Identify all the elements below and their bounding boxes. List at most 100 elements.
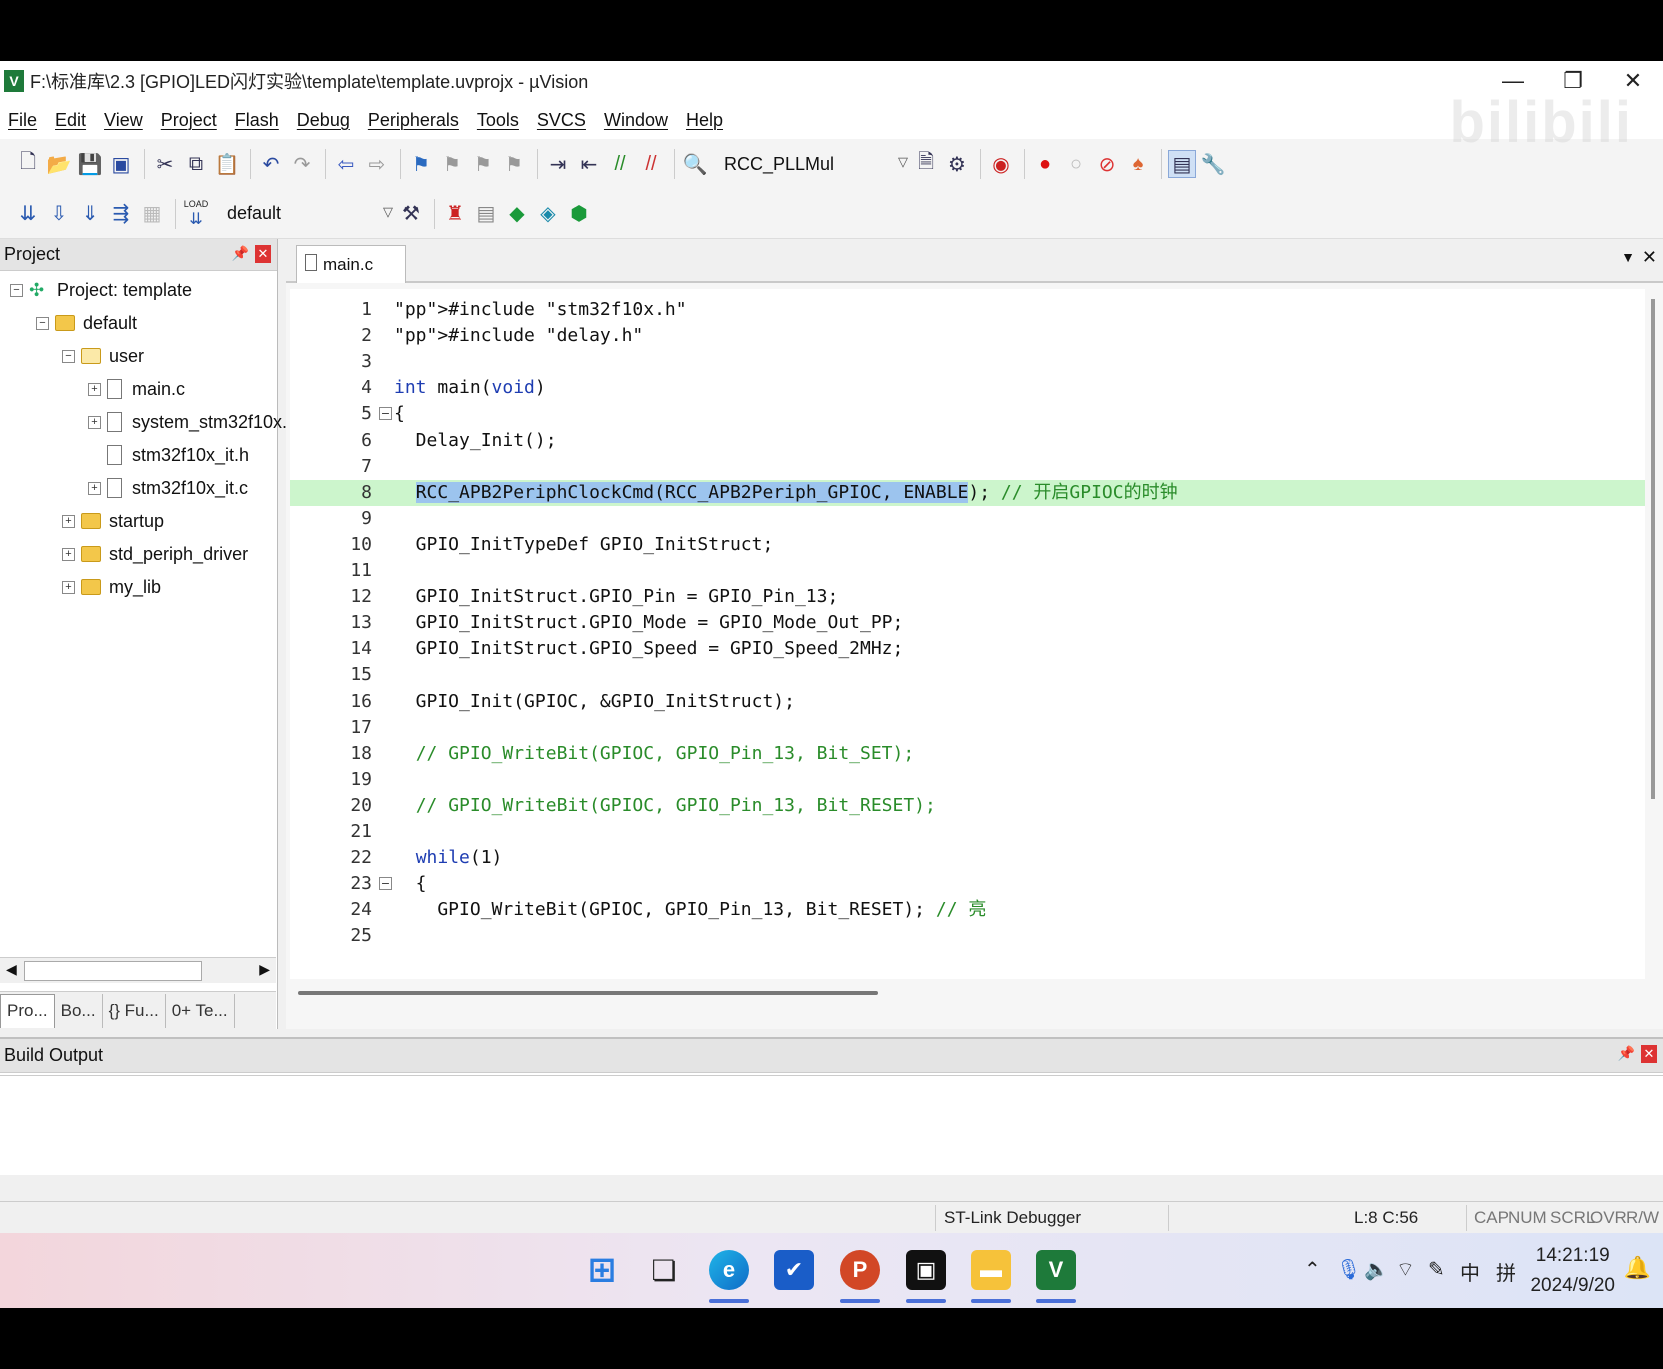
tab-books[interactable]: Bo... [55, 993, 103, 1028]
tree-item-target-default[interactable]: − default [36, 308, 137, 338]
project-horizontal-scrollbar[interactable]: ◀ ▶ [0, 957, 276, 983]
notification-bell-icon[interactable]: 🔔 [1624, 1255, 1651, 1281]
tree-item-file-main-c[interactable]: + main.c [88, 374, 185, 404]
build-output-scrollbar[interactable] [0, 1175, 1663, 1199]
file-explorer-icon[interactable]: ▬ [971, 1250, 1011, 1290]
code-line[interactable]: 20 // GPIO_WriteBit(GPIOC, GPIO_Pin_13, … [290, 793, 1645, 819]
menu-tools[interactable]: Tools [477, 110, 519, 131]
todo-app-icon[interactable]: ✔ [774, 1250, 814, 1290]
menu-peripherals[interactable]: Peripherals [368, 110, 459, 131]
scroll-right-icon[interactable]: ▶ [259, 961, 270, 978]
close-icon[interactable]: ✕ [255, 245, 271, 263]
open-file-icon[interactable]: 📂 [45, 150, 73, 178]
expand-icon[interactable]: + [88, 415, 101, 429]
editor-tab-main-c[interactable]: main.c [296, 245, 406, 283]
code-line[interactable]: 23− { [290, 871, 1645, 897]
tree-item-group-startup[interactable]: + startup [62, 506, 164, 536]
code-line[interactable]: 13 GPIO_InitStruct.GPIO_Mode = GPIO_Mode… [290, 610, 1645, 636]
tree-item-project[interactable]: − ✣ Project: template [10, 275, 192, 305]
menu-debug[interactable]: Debug [297, 110, 350, 131]
code-line[interactable]: 12 GPIO_InitStruct.GPIO_Pin = GPIO_Pin_1… [290, 584, 1645, 610]
code-line[interactable]: 1 "pp">#include "stm32f10x.h" [290, 297, 1645, 323]
download-load-icon[interactable]: LOAD ⇊ [182, 199, 210, 228]
menu-file[interactable]: File [8, 110, 37, 131]
menu-flash[interactable]: Flash [235, 110, 279, 131]
collapse-icon[interactable]: − [10, 283, 23, 297]
tab-list-dropdown-icon[interactable]: ▼ [1621, 249, 1635, 265]
configure-icon[interactable]: 🔧 [1199, 150, 1227, 178]
expand-icon[interactable]: + [62, 580, 75, 594]
camera-app-icon[interactable]: ▣ [906, 1250, 946, 1290]
window-layout-icon[interactable]: ▤ [1168, 150, 1196, 178]
expand-icon[interactable]: + [88, 481, 101, 495]
redo-icon[interactable]: ↷ [288, 150, 316, 178]
collapse-icon[interactable]: − [62, 349, 75, 363]
editor-horizontal-scrollbar[interactable] [298, 983, 1638, 1003]
translate-icon[interactable]: ⇊ [14, 200, 42, 228]
code-text-area[interactable]: 1 "pp">#include "stm32f10x.h" 2 "pp">#inclu… [290, 289, 1645, 979]
code-line[interactable]: 24 GPIO_WriteBit(GPIOC, GPIO_Pin_13, Bit… [290, 897, 1645, 923]
code-line[interactable]: 25 [290, 923, 1645, 949]
breakpoint-window-icon[interactable]: ♠ [1124, 150, 1152, 178]
code-line[interactable]: 16 GPIO_Init(GPIOC, &GPIO_InitStruct); [290, 689, 1645, 715]
code-line[interactable]: 5−{ [290, 401, 1645, 427]
target-options-icon[interactable]: ⚒ [397, 200, 425, 228]
show-hidden-icons-icon[interactable]: ⌃ [1304, 1257, 1321, 1282]
save-all-icon[interactable]: ▣ [107, 150, 135, 178]
bookmark-next-icon[interactable]: ⚑ [469, 150, 497, 178]
pin-icon[interactable]: 📌 [1618, 1045, 1635, 1062]
code-line[interactable]: 2 "pp">#include "delay.h" [290, 323, 1645, 349]
fold-toggle-icon[interactable]: − [379, 877, 392, 891]
undo-icon[interactable]: ↶ [257, 150, 285, 178]
code-line[interactable]: 15 [290, 662, 1645, 688]
code-line[interactable]: 17 [290, 715, 1645, 741]
task-view-icon[interactable]: ❏ [644, 1250, 684, 1290]
select-packs-icon[interactable]: ◈ [534, 200, 562, 228]
code-line[interactable]: 3 [290, 349, 1645, 375]
menu-svcs[interactable]: SVCS [537, 110, 586, 131]
chevron-down-icon[interactable]: ▽ [383, 204, 393, 220]
scrollbar-thumb[interactable] [24, 961, 202, 981]
pack-installer-icon[interactable]: ⬢ [565, 200, 593, 228]
editor-vertical-scrollbar[interactable] [1651, 299, 1655, 799]
manage-project-items-icon[interactable]: ♜ [441, 200, 469, 228]
bookmark-clear-icon[interactable]: ⚑ [500, 150, 528, 178]
expand-icon[interactable]: + [88, 382, 101, 396]
tree-item-group-std-periph-driver[interactable]: + std_periph_driver [62, 539, 248, 569]
incremental-find-icon[interactable]: ⚙ [943, 150, 971, 178]
wifi-icon[interactable]: ⌔ [1396, 1257, 1415, 1282]
unindent-icon[interactable]: ⇤ [575, 150, 603, 178]
close-tab-icon[interactable]: ✕ [1642, 247, 1657, 268]
pen-icon[interactable]: ✎ [1428, 1257, 1445, 1282]
menu-window[interactable]: Window [604, 110, 668, 131]
ime-mode-indicator[interactable]: 拼 [1496, 1257, 1516, 1286]
paste-icon[interactable]: 📋 [213, 150, 241, 178]
code-line[interactable]: 10 GPIO_InitTypeDef GPIO_InitStruct; [290, 532, 1645, 558]
menu-edit[interactable]: Edit [55, 110, 86, 131]
debug-session-icon[interactable]: ◉ [987, 150, 1015, 178]
breakpoint-kill-icon[interactable]: ⊘ [1093, 150, 1121, 178]
tree-item-group-my-lib[interactable]: + my_lib [62, 572, 161, 602]
breakpoint-icon[interactable]: ● [1031, 150, 1059, 178]
tab-functions[interactable]: {} Fu... [103, 993, 166, 1028]
save-icon[interactable]: 💾 [76, 150, 104, 178]
edge-browser-icon[interactable]: e [709, 1250, 749, 1290]
volume-icon[interactable]: 🔈 [1364, 1257, 1389, 1282]
tab-templates[interactable]: 0+ Te... [166, 993, 235, 1028]
fold-toggle-icon[interactable]: − [379, 407, 392, 421]
code-line[interactable]: 14 GPIO_InitStruct.GPIO_Speed = GPIO_Spe… [290, 636, 1645, 662]
tree-item-file-system-stm32f10x-c[interactable]: + system_stm32f10x.c [88, 407, 296, 437]
comment-icon[interactable]: // [606, 150, 634, 178]
collapse-icon[interactable]: − [36, 316, 49, 330]
build-output-text[interactable] [0, 1075, 1663, 1175]
menu-help[interactable]: Help [686, 110, 723, 131]
tree-item-file-stm32f10x-it-c[interactable]: + stm32f10x_it.c [88, 473, 248, 503]
indent-icon[interactable]: ⇥ [544, 150, 572, 178]
powerpoint-icon[interactable]: P [840, 1250, 880, 1290]
code-line[interactable]: 19 [290, 767, 1645, 793]
rebuild-icon[interactable]: ⇓ [76, 200, 104, 228]
code-line[interactable]: 22 while(1) [290, 845, 1645, 871]
uvision-taskbar-icon[interactable]: V [1036, 1250, 1076, 1290]
code-line[interactable]: 9 [290, 506, 1645, 532]
code-line[interactable]: 4 int main(void) [290, 375, 1645, 401]
